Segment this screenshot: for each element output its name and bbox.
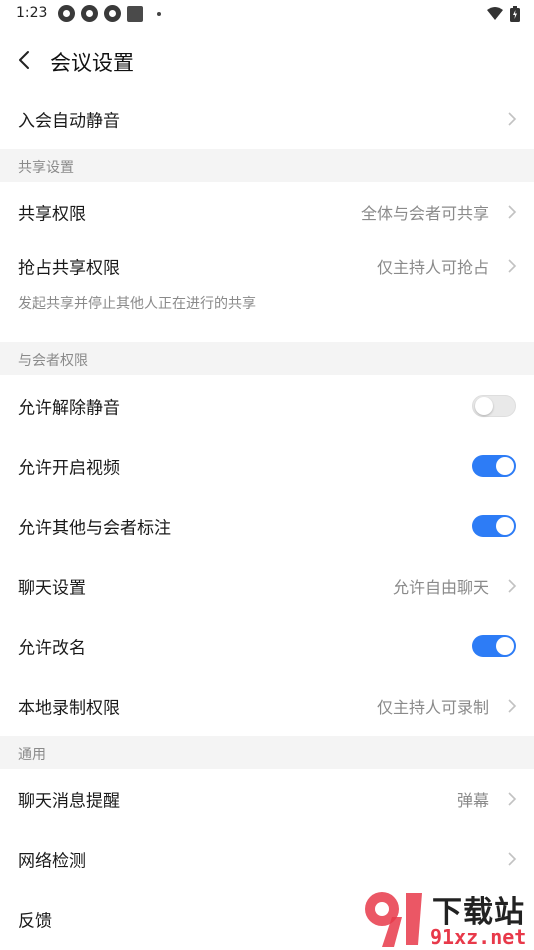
toggle-knob xyxy=(475,397,493,415)
battery-icon xyxy=(510,6,520,22)
row-label: 允许其他与会者标注 xyxy=(18,518,171,539)
back-button[interactable] xyxy=(8,42,40,78)
header: 会议设置 xyxy=(0,28,534,92)
section-title: 与会者权限 xyxy=(18,353,88,369)
auto-mute-row[interactable]: 入会自动静音 xyxy=(0,89,534,149)
chevron-right-icon xyxy=(508,792,517,806)
row-value: 全体与会者可共享 xyxy=(360,204,489,223)
section-title: 通用 xyxy=(18,747,46,763)
allow-rename-row: 允许改名 xyxy=(0,616,534,676)
row-label: 网络检测 xyxy=(18,851,86,872)
allow-annotate-toggle[interactable] xyxy=(472,515,516,537)
chevron-right-icon xyxy=(508,112,517,126)
share-permission-row[interactable]: 共享权限 全体与会者可共享 xyxy=(0,182,534,242)
chevron-right-icon xyxy=(508,699,517,713)
row-label: 共享权限 xyxy=(18,204,86,225)
section-header-attendee: 与会者权限 xyxy=(0,342,534,375)
chat-notify-row[interactable]: 聊天消息提醒 弹幕 xyxy=(0,769,534,829)
app-notification-icon xyxy=(127,5,143,22)
row-value: 仅主持人可录制 xyxy=(376,698,489,717)
local-record-permission-row[interactable]: 本地录制权限 仅主持人可录制 xyxy=(0,676,534,736)
row-value: 弹幕 xyxy=(456,791,489,810)
status-time: 1:23 xyxy=(16,5,48,21)
row-label: 允许解除静音 xyxy=(18,398,120,419)
allow-unmute-toggle[interactable] xyxy=(472,395,516,417)
row-label: 抢占共享权限 xyxy=(18,258,120,279)
allow-annotate-row: 允许其他与会者标注 xyxy=(0,496,534,556)
grab-share-permission-row[interactable]: 抢占共享权限 仅主持人可抢占 xyxy=(0,236,534,296)
page-title: 会议设置 xyxy=(50,51,134,75)
back-arrow-icon xyxy=(19,51,29,69)
chevron-right-icon xyxy=(508,579,517,593)
row-value: 允许自由聊天 xyxy=(392,578,489,597)
status-bar: 1:23 xyxy=(0,0,534,28)
allow-video-toggle[interactable] xyxy=(472,455,516,477)
row-label: 允许改名 xyxy=(18,638,86,659)
watermark-url: 91xz.net xyxy=(430,925,527,949)
wifi-icon xyxy=(487,7,503,20)
app-notification-icon xyxy=(58,5,75,22)
app-notification-icon xyxy=(104,5,121,22)
more-notifications-icon xyxy=(157,11,161,16)
toggle-knob xyxy=(496,517,514,535)
row-label: 入会自动静音 xyxy=(18,111,120,132)
chevron-right-icon xyxy=(508,205,517,219)
section-header-general: 通用 xyxy=(0,736,534,769)
allow-video-row: 允许开启视频 xyxy=(0,436,534,496)
row-label: 反馈 xyxy=(18,911,52,932)
allow-unmute-row: 允许解除静音 xyxy=(0,376,534,436)
row-value: 仅主持人可抢占 xyxy=(376,258,489,277)
network-check-row[interactable]: 网络检测 xyxy=(0,829,534,889)
row-label: 允许开启视频 xyxy=(18,458,120,479)
chat-settings-row[interactable]: 聊天设置 允许自由聊天 xyxy=(0,556,534,616)
grab-share-hint: 发起共享并停止其他人正在进行的共享 xyxy=(18,296,256,312)
row-label: 聊天设置 xyxy=(18,578,86,599)
app-notification-icon xyxy=(81,5,98,22)
allow-rename-toggle[interactable] xyxy=(472,635,516,657)
chevron-right-icon xyxy=(508,259,517,273)
site-watermark: 下载站 91xz.net xyxy=(362,885,534,950)
watermark-logo-icon xyxy=(365,892,422,947)
system-icons xyxy=(486,6,520,22)
toggle-knob xyxy=(496,457,514,475)
row-label: 本地录制权限 xyxy=(18,698,120,719)
toggle-knob xyxy=(496,637,514,655)
section-title: 共享设置 xyxy=(18,160,74,176)
section-header-share: 共享设置 xyxy=(0,149,534,182)
chevron-right-icon xyxy=(508,852,517,866)
notification-icons xyxy=(58,5,161,22)
row-label: 聊天消息提醒 xyxy=(18,791,120,812)
